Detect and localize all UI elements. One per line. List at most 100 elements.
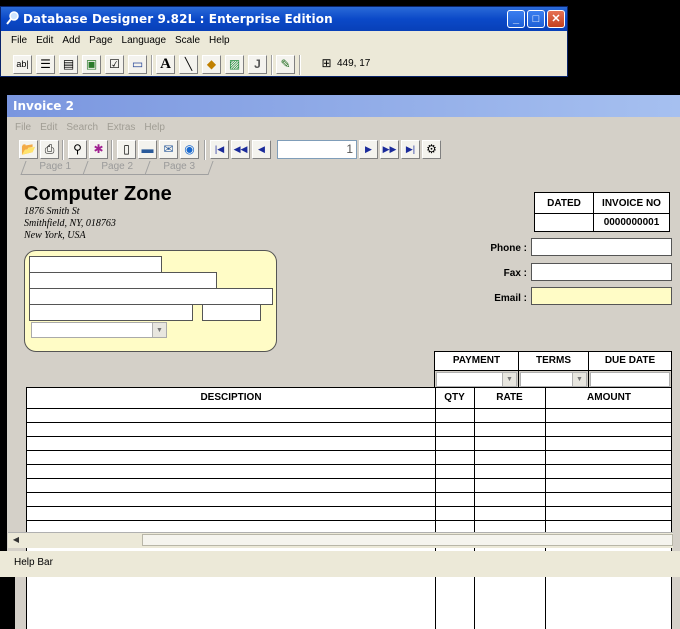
web-icon[interactable]: ◉ — [180, 140, 199, 159]
toolbar-separator — [299, 55, 301, 75]
table-row[interactable] — [27, 436, 671, 437]
phone-label: Phone : — [490, 243, 527, 254]
next-page-icon[interactable]: ▶▶ — [380, 140, 399, 159]
address-line-2: Smithfield, NY, 018763 — [24, 218, 116, 229]
print-icon[interactable]: ⎙ — [40, 140, 59, 159]
tab-page-3[interactable]: Page 3 — [144, 161, 214, 175]
menu-add[interactable]: Add — [62, 35, 80, 46]
text-field-icon[interactable]: ab| — [13, 55, 32, 74]
line-icon[interactable]: ╲ — [179, 55, 198, 74]
toolbar-separator — [111, 140, 113, 160]
menu-edit[interactable]: Edit — [40, 122, 57, 133]
table-row[interactable] — [27, 464, 671, 465]
fax-icon[interactable]: ▬ — [138, 140, 157, 159]
invoice-window: Invoice 2 File Edit Search Extras Help 📂 ⎙ ⚲… — [7, 95, 680, 629]
table-row[interactable] — [27, 520, 671, 521]
terms-select[interactable]: ▼ — [520, 372, 587, 387]
table-row[interactable] — [27, 422, 671, 423]
invoice-no-header: INVOICE NO — [593, 192, 670, 214]
chevron-down-icon: ▼ — [572, 373, 586, 386]
settings-icon[interactable]: ⚙ — [422, 140, 441, 159]
menu-page[interactable]: Page — [89, 35, 112, 46]
scrollbar-thumb[interactable] — [142, 534, 673, 546]
menu-scale[interactable]: Scale — [175, 35, 200, 46]
minimize-button[interactable]: _ — [507, 10, 525, 28]
tab-page-1[interactable]: Page 1 — [20, 161, 90, 175]
memo-icon[interactable]: ▤ — [59, 55, 78, 74]
position-icon: ⊞ — [321, 56, 332, 70]
table-row[interactable] — [27, 506, 671, 507]
maximize-button[interactable]: □ — [527, 10, 545, 28]
menu-language[interactable]: Language — [122, 35, 167, 46]
bill-to-street-field[interactable] — [29, 288, 273, 305]
email-label: Email : — [494, 293, 527, 304]
first-record-icon[interactable]: |◀ — [210, 140, 229, 159]
button-icon[interactable]: ▭ — [128, 55, 147, 74]
document-icon[interactable]: ▯ — [117, 140, 136, 159]
invoice-titlebar[interactable]: Invoice 2 — [7, 95, 680, 117]
checkbox-icon[interactable]: ☑ — [105, 55, 124, 74]
shape-icon[interactable]: ◆ — [202, 55, 221, 74]
due-date-header: DUE DATE — [588, 351, 672, 371]
j-icon[interactable]: J — [248, 55, 267, 74]
table-row[interactable] — [27, 450, 671, 451]
dated-field[interactable] — [534, 213, 594, 232]
bill-to-zip-field[interactable] — [202, 304, 261, 321]
close-button[interactable]: ✕ — [547, 10, 565, 28]
image-field-icon[interactable]: ▣ — [82, 55, 101, 74]
text-label-icon[interactable]: A — [156, 55, 175, 74]
wizard-icon[interactable]: ✱ — [89, 140, 108, 159]
bill-to-name-field[interactable] — [29, 256, 162, 273]
menu-extras[interactable]: Extras — [107, 122, 135, 133]
toolbar-separator — [271, 55, 273, 75]
next-record-icon[interactable]: ▶ — [359, 140, 378, 159]
phone-field[interactable] — [531, 238, 672, 256]
horizontal-scrollbar[interactable]: ◀ — [8, 532, 673, 548]
fax-field[interactable] — [531, 263, 672, 281]
coordinate-readout: 449, 17 — [337, 58, 371, 69]
company-name: Computer Zone — [24, 183, 172, 205]
menu-search[interactable]: Search — [66, 122, 98, 133]
column-header-description: DESCIPTION — [200, 392, 262, 403]
dated-header: DATED — [534, 192, 594, 214]
table-row[interactable] — [27, 492, 671, 493]
list-icon[interactable]: ☰ — [36, 55, 55, 74]
menu-help[interactable]: Help — [144, 122, 165, 133]
open-folder-icon[interactable]: 📂 — [19, 140, 38, 159]
table-row[interactable] — [27, 408, 671, 409]
bill-to-company-field[interactable] — [29, 272, 217, 289]
invoice-title: Invoice 2 — [13, 99, 74, 113]
invoice-toolbar: 📂 ⎙ ⚲ ✱ ▯ ▬ ✉ ◉ |◀ ◀◀ ◀ 1 ▶ ▶▶ ▶| ⚙ — [15, 140, 675, 160]
menu-edit[interactable]: Edit — [36, 35, 53, 46]
tab-page-2[interactable]: Page 2 — [82, 161, 152, 175]
due-date-field[interactable] — [590, 372, 670, 387]
menu-file[interactable]: File — [11, 35, 27, 46]
designer-titlebar[interactable]: Database Designer 9.82L : Enterprise Edi… — [1, 7, 567, 31]
table-row[interactable] — [27, 478, 671, 479]
bill-to-country-select[interactable]: ▼ — [31, 322, 167, 338]
table-column-divider — [545, 388, 546, 629]
payment-select[interactable]: ▼ — [436, 372, 517, 387]
magnifier-icon — [6, 11, 19, 25]
signature-icon[interactable]: ✎ — [276, 55, 295, 74]
column-header-rate: RATE — [496, 392, 523, 403]
invoice-no-field[interactable]: 0000000001 — [593, 213, 670, 232]
prev-page-icon[interactable]: ◀◀ — [231, 140, 250, 159]
menu-help[interactable]: Help — [209, 35, 230, 46]
scroll-left-icon[interactable]: ◀ — [10, 534, 22, 546]
designer-window: Database Designer 9.82L : Enterprise Edi… — [0, 6, 568, 77]
last-record-icon[interactable]: ▶| — [401, 140, 420, 159]
prev-record-icon[interactable]: ◀ — [252, 140, 271, 159]
binoculars-icon[interactable]: ⚲ — [68, 140, 87, 159]
picture-icon[interactable]: ▨ — [225, 55, 244, 74]
status-bar: Help Bar — [0, 551, 680, 577]
bill-to-city-field[interactable] — [29, 304, 193, 321]
column-header-amount: AMOUNT — [587, 392, 631, 403]
email-icon[interactable]: ✉ — [159, 140, 178, 159]
items-table: DESCIPTION QTY RATE AMOUNT — [26, 387, 672, 629]
menu-file[interactable]: File — [15, 122, 31, 133]
status-text: Help Bar — [14, 557, 53, 568]
chevron-down-icon: ▼ — [502, 373, 516, 386]
record-number-input[interactable]: 1 — [277, 140, 357, 159]
email-field[interactable] — [531, 287, 672, 305]
